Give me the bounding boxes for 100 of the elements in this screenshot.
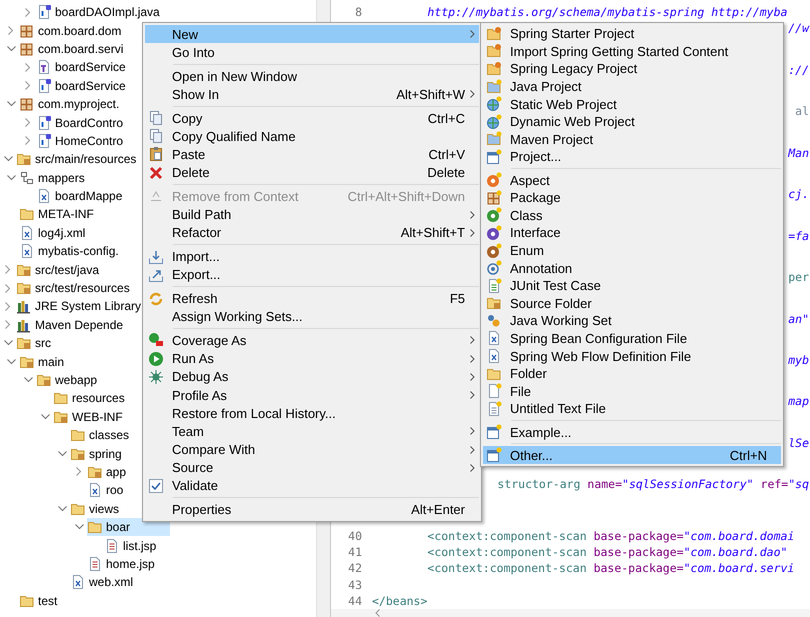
menu-item[interactable]: Source Folder [483,294,781,312]
menu-item[interactable]: Restore from Local History... [145,404,479,422]
chevron-down-icon[interactable] [4,156,12,162]
chevron-right-icon[interactable] [5,320,11,330]
tree-item[interactable]: views [70,500,124,518]
menu-item[interactable]: Validate [145,476,479,496]
chevron-right-icon[interactable] [25,81,31,90]
menu-item[interactable]: Example... [483,423,781,441]
tree-item[interactable]: com.myproject. [19,95,124,114]
tree-item[interactable]: src/test/java [16,260,104,279]
tree-item[interactable]: META-INF [19,205,98,224]
chevron-down-icon[interactable] [6,46,16,52]
menu-item[interactable]: Spring Web Flow Definition File [483,347,781,365]
chevron-right-icon[interactable] [25,136,31,146]
tree-item[interactable]: boar [87,518,170,536]
menu-item[interactable]: Spring Bean Configuration File [483,330,781,348]
menu-item[interactable]: Folder [483,364,781,382]
tree-item[interactable]: src/test/resources [16,279,134,298]
tree-item[interactable]: boardService [36,76,130,95]
chevron-down-icon[interactable] [6,101,16,108]
menu-item[interactable]: Maven Project [483,130,781,148]
menu-item[interactable]: File [483,382,781,400]
tree-item[interactable]: log4j.xml [19,224,90,242]
tree-item[interactable]: boardService [36,58,130,76]
menu-item[interactable]: Project... [483,148,781,166]
menu-item[interactable]: Go Into [145,43,479,62]
chevron-down-icon[interactable] [74,524,84,530]
chevron-down-icon[interactable] [6,358,16,365]
chevron-right-icon[interactable] [5,302,11,311]
menu-item[interactable]: Open in New Window [145,66,479,86]
menu-item[interactable]: Debug As [145,368,479,386]
menu-item[interactable]: Static Web Project [483,95,781,113]
tree-item[interactable]: list.jsp [104,536,160,555]
menu-item[interactable]: Refactor Alt+Shift+T [145,224,479,242]
chevron-down-icon[interactable] [40,414,50,420]
menu-item[interactable]: Export... [145,266,479,284]
tree-item[interactable]: src [16,334,55,352]
tree-item[interactable]: classes [70,426,134,444]
tree-item[interactable]: mappers [19,168,89,187]
menu-item[interactable]: Team [145,422,479,440]
menu-item[interactable]: Java Working Set [483,312,781,330]
menu-item[interactable]: Import... [145,247,479,266]
tree-item[interactable]: main [19,352,68,371]
tree-item[interactable]: app [87,462,130,481]
menu-item[interactable]: Build Path [145,205,479,224]
menu-item[interactable]: Other... Ctrl+N [483,446,781,464]
scroll-left-icon[interactable] [375,609,380,617]
tree-item[interactable]: webapp [36,371,102,389]
tree-item[interactable]: spring [70,444,126,463]
tree-item[interactable]: HomeContro [36,132,128,150]
menu-item[interactable]: Coverage As [145,331,479,350]
chevron-right-icon[interactable] [5,265,11,274]
chevron-right-icon[interactable] [76,467,82,476]
menu-item[interactable]: Source [145,458,479,477]
menu-item[interactable]: Assign Working Sets... [145,308,479,326]
tree-item[interactable]: Maven Depende [16,316,128,334]
tree-item[interactable]: web.xml [70,573,138,592]
chevron-down-icon[interactable] [58,450,66,457]
menu-item[interactable]: Import Spring Getting Started Content [483,42,781,60]
menu-item[interactable]: Spring Starter Project [483,25,781,43]
menu-item[interactable]: Properties Alt+Enter [145,500,479,519]
tree-item[interactable]: WEB-INF [53,408,127,426]
chevron-right-icon[interactable] [25,8,31,17]
chevron-down-icon[interactable] [24,377,32,383]
menu-item[interactable]: Untitled Text File [483,400,781,418]
chevron-right-icon[interactable] [8,26,14,36]
menu-item[interactable]: Package [483,188,781,207]
menu-item[interactable]: Compare With [145,440,479,459]
menu-item[interactable]: Java Project [483,78,781,96]
tree-item[interactable]: com.board.dom [19,22,126,40]
tree-item[interactable]: test [19,592,62,610]
tree-item[interactable]: home.jsp [87,554,159,573]
menu-item[interactable]: Profile As [145,386,479,404]
menu-item[interactable]: Annotation [483,259,781,277]
chevron-right-icon[interactable] [5,284,11,293]
menu-item[interactable]: Paste Ctrl+V [145,145,479,164]
tree-item[interactable]: resources [53,389,129,408]
menu-item[interactable]: Aspect [483,171,781,189]
chevron-down-icon[interactable] [6,174,16,181]
menu-item[interactable]: Dynamic Web Project [483,112,781,131]
menu-item[interactable]: New [145,25,479,44]
menu-item[interactable]: Enum [483,242,781,260]
menu-item[interactable]: Class [483,206,781,224]
chevron-right-icon[interactable] [25,62,31,72]
tree-item[interactable]: JRE System Library [16,297,146,316]
tree-item[interactable]: boardDAOImpl.java [36,3,164,22]
chevron-down-icon[interactable] [58,506,66,512]
menu-item[interactable]: JUnit Test Case [483,276,781,294]
menu-item[interactable]: Interface [483,224,781,242]
menu-item[interactable]: Show In Alt+Shift+W [145,85,479,104]
tree-item[interactable]: src/main/resources [16,150,140,168]
tree-item[interactable]: boardMappe [36,187,126,206]
menu-item[interactable]: Run As [145,350,479,368]
menu-item[interactable]: Copy Qualified Name [145,127,479,146]
chevron-right-icon[interactable] [25,118,31,128]
menu-item[interactable]: Copy Ctrl+C [145,108,479,128]
tree-item[interactable]: com.board.servi [19,40,128,58]
menu-item[interactable]: Refresh F5 [145,289,479,308]
tree-item[interactable]: BoardContro [36,114,128,132]
menu-item[interactable]: Spring Legacy Project [483,60,781,78]
